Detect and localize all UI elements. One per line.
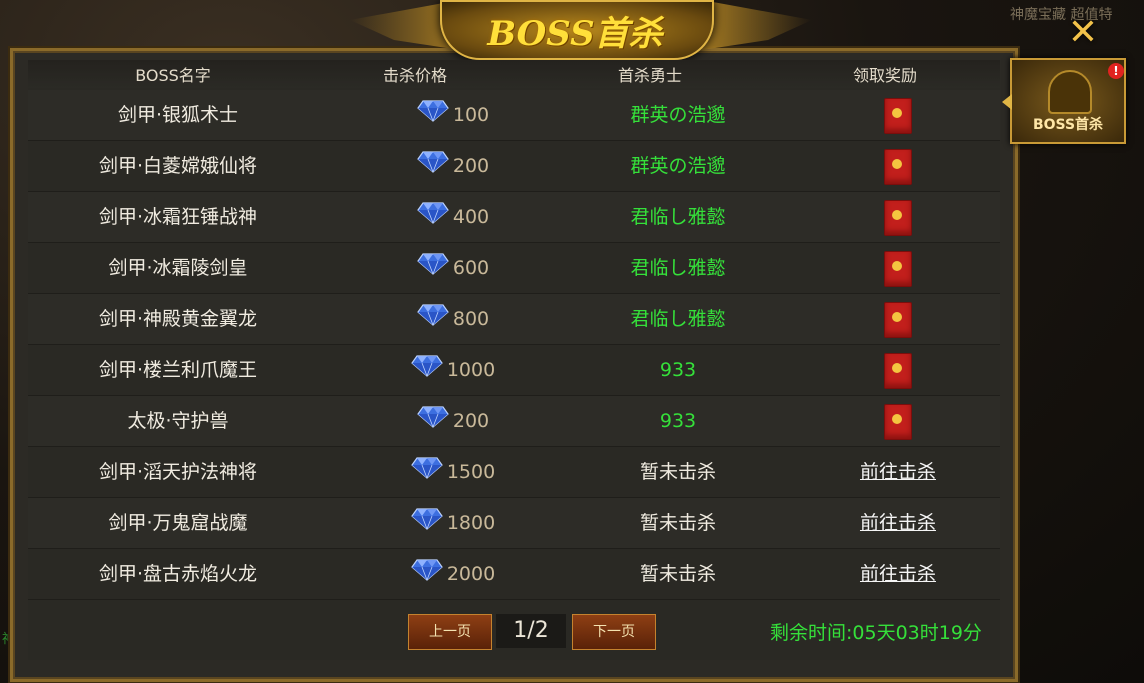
table-row: 剑甲·盘古赤焰火龙 2000 暂未击杀 前往击杀 [28,549,1000,600]
page-indicator: 1/2 [496,614,566,648]
reward-cell: 前往击杀 [798,498,998,548]
kill-price: 400 [328,192,578,242]
boss-name: 剑甲·冰霜狂锤战神 [98,206,258,228]
first-kill-hero: 暂未击杀 [639,512,716,534]
diamond-icon [417,193,449,243]
red-envelope-icon[interactable] [884,250,912,287]
table-row: 剑甲·滔天护法神将 1500 暂未击杀 前往击杀 [28,447,1000,498]
kill-price-value: 100 [452,104,490,126]
reward-cell: 前往击杀 [798,447,998,497]
column-header-hero: 首杀勇士 [617,66,682,85]
kill-price-value: 600 [452,257,490,279]
kill-price: 1500 [328,447,578,497]
diamond-icon [417,91,449,141]
kill-price: 1800 [328,498,578,548]
notification-badge: ! [1108,63,1124,79]
kill-price: 2000 [328,549,578,599]
diamond-icon [417,244,449,294]
boss-name: 剑甲·神殿黄金翼龙 [98,308,258,330]
reward-cell: 前往击杀 [798,549,998,599]
remaining-time: 剩余时间:05天03时19分 [770,622,982,644]
diamond-icon [411,448,443,498]
table-row: 太极·守护兽 200 933 [28,396,1000,447]
reward-cell [798,141,998,191]
close-icon[interactable]: ✕ [1066,15,1100,51]
table-row: 剑甲·银狐术士 100 群英の浩邈 [28,90,1000,141]
boss-name: 剑甲·盘古赤焰火龙 [98,563,258,585]
kill-price: 200 [328,396,578,446]
red-envelope-icon[interactable] [884,199,912,236]
kill-price-value: 200 [452,410,490,432]
go-kill-link[interactable]: 前往击杀 [860,563,936,585]
red-envelope-icon[interactable] [884,148,912,185]
kill-price: 800 [328,294,578,344]
tab-pointer-icon [1002,94,1012,110]
first-kill-hero: 群英の浩邈 [630,155,726,177]
boss-emblem-icon [1048,70,1092,114]
reward-cell [798,294,998,344]
kill-price-value: 2000 [446,563,496,585]
first-kill-hero: 933 [659,359,697,381]
first-kill-hero: 群英の浩邈 [630,104,726,126]
table-row: 剑甲·冰霜狂锤战神 400 君临し雅懿 [28,192,1000,243]
kill-price-value: 1800 [446,512,496,534]
first-kill-hero: 君临し雅懿 [630,308,726,330]
first-kill-hero: 君临し雅懿 [630,206,726,228]
diamond-icon [417,142,449,192]
boss-name: 剑甲·万鬼窟战魔 [108,512,248,534]
kill-price-value: 1000 [446,359,496,381]
boss-name: 剑甲·银狐术士 [117,104,239,126]
column-header-price: 击杀价格 [382,66,447,85]
red-envelope-icon[interactable] [884,352,912,389]
boss-name: 剑甲·滔天护法神将 [98,461,258,483]
boss-name: 剑甲·白菱嫦娥仙将 [98,155,258,177]
table-row: 剑甲·楼兰利爪魔王 1000 933 [28,345,1000,396]
diamond-icon [411,550,443,600]
next-page-button[interactable]: 下一页 [572,614,656,650]
boss-name: 剑甲·冰霜陵剑皇 [108,257,248,279]
column-header-reward: 领取奖励 [852,66,917,85]
kill-price: 1000 [328,345,578,395]
table-row: 剑甲·冰霜陵剑皇 600 君临し雅懿 [28,243,1000,294]
diamond-icon [417,397,449,447]
go-kill-link[interactable]: 前往击杀 [860,512,936,534]
kill-price-value: 1500 [446,461,496,483]
kill-price: 200 [328,141,578,191]
table-row: 剑甲·神殿黄金翼龙 800 君临し雅懿 [28,294,1000,345]
boss-name: 太极·守护兽 [127,410,229,432]
kill-price: 100 [328,90,578,140]
reward-cell [798,345,998,395]
diamond-icon [411,346,443,396]
prev-page-button[interactable]: 上一页 [408,614,492,650]
table-row: 剑甲·白菱嫦娥仙将 200 群英の浩邈 [28,141,1000,192]
red-envelope-icon[interactable] [884,403,912,440]
diamond-icon [417,295,449,345]
reward-cell [798,396,998,446]
red-envelope-icon[interactable] [884,97,912,134]
first-kill-hero: 933 [659,410,697,432]
go-kill-link[interactable]: 前往击杀 [860,461,936,483]
kill-price: 600 [328,243,578,293]
first-kill-hero: 暂未击杀 [639,563,716,585]
reward-cell [798,90,998,140]
red-envelope-icon[interactable] [884,301,912,338]
diamond-icon [411,499,443,549]
kill-price-value: 800 [452,308,490,330]
side-tab-label: BOSS首杀 [1032,117,1104,133]
boss-name: 剑甲·楼兰利爪魔王 [98,359,258,381]
column-header-name: BOSS名字 [135,66,211,85]
dialog-title: BOSS首杀 [487,14,663,54]
first-kill-hero: 暂未击杀 [639,461,716,483]
reward-cell [798,192,998,242]
kill-price-value: 400 [452,206,490,228]
first-kill-hero: 君临し雅懿 [630,257,726,279]
kill-price-value: 200 [452,155,490,177]
table-row: 剑甲·万鬼窟战魔 1800 暂未击杀 前往击杀 [28,498,1000,549]
reward-cell [798,243,998,293]
